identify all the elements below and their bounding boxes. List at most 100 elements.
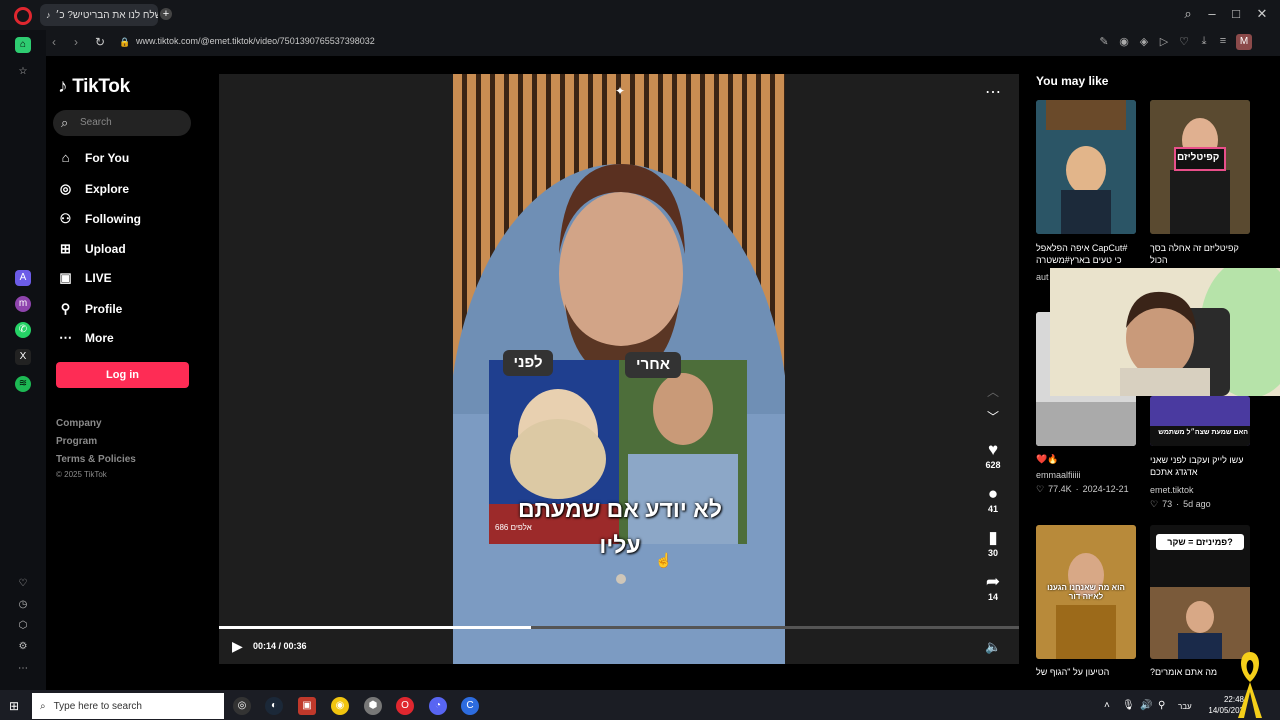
shield-icon[interactable]: ◈ <box>1137 35 1151 48</box>
nav-for-you[interactable]: ⌂ For You <box>58 150 130 165</box>
footer-company-link[interactable]: Company <box>56 418 102 429</box>
nav-live[interactable]: ▣ LIVE <box>58 270 111 286</box>
more-options-icon[interactable]: ⋯ <box>985 82 1001 102</box>
maximize-button[interactable]: □ <box>1228 6 1244 22</box>
nav-more[interactable]: ⋯ More <box>58 330 114 346</box>
tiktok-logo[interactable]: ♪ TikTok <box>58 76 130 98</box>
lock-icon: 🔒 <box>119 37 131 47</box>
home-icon[interactable]: ⌂ <box>15 37 31 53</box>
x-icon[interactable]: X <box>15 349 31 365</box>
search-tabs-icon[interactable]: ⌕ <box>1180 6 1196 22</box>
windows-start-icon[interactable]: ⊞ <box>9 699 19 713</box>
nav-upload[interactable]: ⊞ Upload <box>58 241 126 257</box>
minimize-button[interactable]: – <box>1204 6 1220 22</box>
thumb-overlay-text: הוא מה שאנחנו הגענו לאיזה דור <box>1047 583 1125 601</box>
like-count: 77.4K <box>1048 484 1072 494</box>
live-icon: ▣ <box>59 270 72 285</box>
heart-icon: ♡ <box>1150 499 1159 509</box>
more-icon[interactable]: ⋯ <box>15 661 31 677</box>
heart-icon[interactable]: ♡ <box>15 576 31 592</box>
spotify-icon[interactable]: ≋ <box>15 376 31 392</box>
ai-sparkle-icon[interactable]: ✦ <box>612 84 628 100</box>
suggested-caption[interactable]: #CapCut איפה הפלאפל כי טעים בארץ#משטרה <box>1036 242 1136 266</box>
cube-icon[interactable]: ⬡ <box>15 618 31 634</box>
you-may-like-title: You may like <box>1036 74 1109 88</box>
app-c-icon[interactable]: C <box>461 697 479 715</box>
settings-icon[interactable]: ⚙ <box>15 639 31 655</box>
share-button[interactable]: ➦ 14 <box>979 572 1007 602</box>
more-icon: ⋯ <box>59 330 72 345</box>
chrome-icon[interactable]: ◉ <box>331 697 349 715</box>
like-button[interactable]: ♥ 628 <box>979 440 1007 470</box>
nav-profile[interactable]: ⚲ Profile <box>58 301 123 317</box>
steam-icon[interactable]: ◐ <box>265 697 283 715</box>
suggested-caption[interactable]: ❤️🔥 <box>1036 454 1058 465</box>
edit-icon[interactable]: ✎ <box>1097 35 1111 48</box>
volume-tray-icon[interactable]: 🔊 <box>1140 700 1152 711</box>
post-date: 2024-12-21 <box>1082 484 1129 494</box>
url-field[interactable]: www.tiktok.com/@emet.tiktok/video/750139… <box>136 36 375 46</box>
nav-label: Following <box>85 212 141 226</box>
menu-icon[interactable]: ≡ <box>1216 35 1230 47</box>
browser-tab[interactable]: ♪ ישלח לנו את הבריטיש? כ׳ <box>40 4 158 26</box>
star-icon[interactable]: ☆ <box>15 64 31 80</box>
close-window-button[interactable]: ✕ <box>1254 6 1270 22</box>
footer-terms-link[interactable]: Terms & Policies <box>56 454 136 465</box>
suggested-video-thumb[interactable] <box>1036 100 1136 234</box>
suggested-author[interactable]: emmaalfiiiii <box>1036 470 1081 480</box>
messenger-icon[interactable]: m <box>15 296 31 312</box>
tiktok-favicon-icon: ♪ <box>46 10 51 20</box>
camera-icon[interactable]: ◉ <box>1117 35 1131 48</box>
separator: · <box>1176 499 1180 509</box>
task-view-icon[interactable]: ◎ <box>233 697 251 715</box>
progress-fill <box>219 626 531 629</box>
volume-icon[interactable]: 🔈 <box>985 639 1001 655</box>
play-button[interactable]: ▶ <box>232 638 243 655</box>
heart-icon[interactable]: ♡ <box>1177 35 1191 48</box>
comment-button[interactable]: ● 41 <box>979 484 1007 514</box>
app-shield-icon[interactable]: ⬢ <box>364 697 382 715</box>
suggested-caption[interactable]: הטיעון על "הגוף של <box>1036 667 1136 677</box>
thumb-overlay-text: קפיטליזם <box>1177 152 1220 163</box>
aria-icon[interactable]: A <box>15 270 31 286</box>
login-button[interactable]: Log in <box>56 362 189 388</box>
network-icon[interactable]: ⚲ <box>1158 700 1165 711</box>
whatsapp-icon[interactable]: ✆ <box>15 322 31 338</box>
tray-chevron-icon[interactable]: ˄ <box>1104 700 1110 711</box>
upload-icon: ⊞ <box>60 241 71 256</box>
suggested-author[interactable]: emet.tiktok <box>1150 485 1194 495</box>
nav-following[interactable]: ⚇ Following <box>58 211 141 227</box>
reload-icon[interactable]: ↻ <box>95 35 105 49</box>
suggested-caption[interactable]: קפיטליזם זה אחלה בסך הכול <box>1150 242 1250 266</box>
nav-label: Profile <box>85 302 123 316</box>
language-indicator[interactable]: עבר <box>1178 702 1192 711</box>
app-icon[interactable]: ▣ <box>298 697 316 715</box>
footer-program-link[interactable]: Program <box>56 436 97 447</box>
play-icon[interactable]: ▷ <box>1157 35 1171 48</box>
new-tab-button[interactable]: + <box>160 8 172 20</box>
tiktok-note-icon: ♪ <box>58 76 68 97</box>
heart-icon: ♡ <box>1036 484 1045 494</box>
save-button[interactable]: ▮ 30 <box>979 528 1007 558</box>
like-count: 628 <box>985 460 1001 470</box>
mic-icon[interactable]: 🎙 <box>1122 700 1135 711</box>
suggested-caption[interactable]: עשו לייק ועקבו לפני שאני אדגדג אתכם <box>1150 454 1250 478</box>
next-video-button[interactable]: ﹀ <box>979 408 1007 425</box>
search-box[interactable] <box>53 110 191 136</box>
forward-icon[interactable]: › <box>74 35 78 49</box>
opera-taskbar-icon[interactable]: O <box>396 697 414 715</box>
search-input[interactable]: Search <box>80 117 112 128</box>
back-icon[interactable]: ‹ <box>52 35 56 49</box>
history-icon[interactable]: ◷ <box>15 597 31 613</box>
tiktok-wordmark: TikTok <box>72 76 130 97</box>
nav-explore[interactable]: ◎ Explore <box>58 181 129 197</box>
suggested-video-thumb[interactable] <box>1150 396 1250 446</box>
suggested-author[interactable]: aut <box>1036 272 1049 282</box>
discord-icon[interactable]: ◔ <box>429 697 447 715</box>
opera-logo-icon[interactable] <box>14 7 32 25</box>
taskbar-search[interactable]: ⌕ Type here to search <box>32 693 224 719</box>
prev-video-button[interactable]: ︿ <box>979 383 1007 400</box>
suggested-video-thumb[interactable] <box>1150 100 1250 234</box>
profile-avatar[interactable]: M <box>1236 34 1252 50</box>
download-icon[interactable]: ⤓ <box>1197 35 1211 48</box>
